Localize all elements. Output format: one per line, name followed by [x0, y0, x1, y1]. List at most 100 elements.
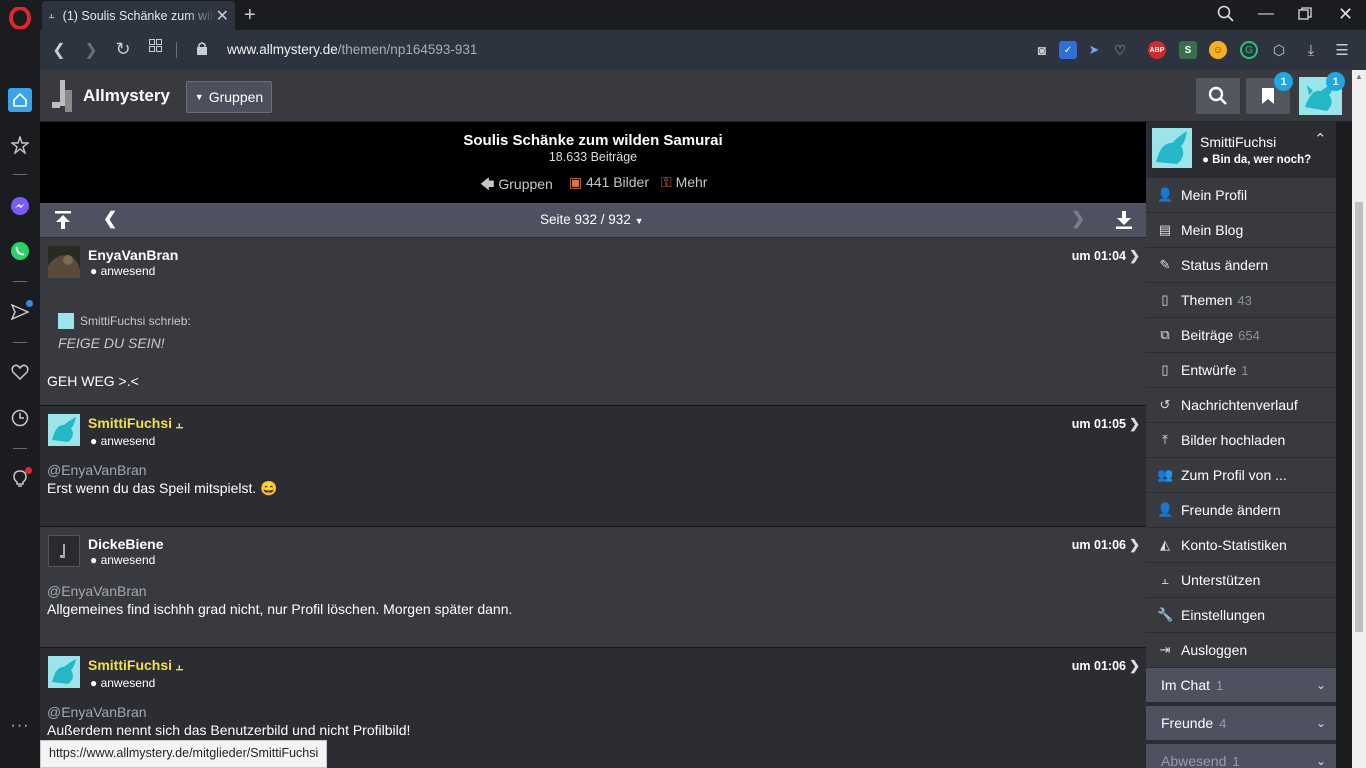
site-logo-text[interactable]: Allmystery — [83, 86, 170, 106]
post-time[interactable]: um 01:05 — [1072, 417, 1126, 431]
lock-icon[interactable] — [192, 41, 212, 60]
prev-page-icon[interactable]: ❮ — [103, 209, 117, 229]
post-username[interactable]: SmittiFuchsi ⫠ — [88, 415, 183, 432]
new-tab-icon[interactable]: + — [244, 4, 256, 27]
shield-icon[interactable]: ✓ — [1059, 41, 1077, 59]
easy-setup-icon[interactable]: ☰ — [1333, 41, 1351, 59]
back-icon[interactable]: ❮ — [49, 40, 69, 60]
allmystery-logo-icon[interactable] — [52, 80, 76, 112]
menu-item-ausloggen[interactable]: ⇥ Ausloggen — [1146, 633, 1336, 667]
heart-icon[interactable] — [8, 360, 32, 384]
tabs-grid-icon[interactable] — [145, 39, 165, 57]
post-mention[interactable]: @EnyaVanBran — [47, 583, 147, 599]
url-field[interactable]: www.allmystery.de/themen/np164593-931 — [227, 42, 477, 57]
panel-username[interactable]: SmittiFuchsi — [1200, 134, 1276, 150]
first-page-icon[interactable] — [54, 210, 72, 235]
images-icon: ▣ — [568, 174, 583, 190]
adblock-icon[interactable]: ABP — [1148, 41, 1166, 59]
section-im-chat[interactable]: Im Chat 1 ⌄ — [1146, 668, 1336, 702]
post-chevron-icon[interactable]: ❯ — [1129, 537, 1140, 553]
heart-outline-icon[interactable]: ♡ — [1111, 41, 1129, 59]
post-mention[interactable]: @EnyaVanBran — [47, 704, 147, 720]
user-panel-header[interactable]: SmittiFuchsi ● Bin da, wer noch? ⌃ — [1146, 122, 1336, 178]
post-time[interactable]: um 01:06 — [1072, 538, 1126, 552]
chevron-down-icon: ⌄ — [1315, 716, 1326, 730]
groups-dropdown-button[interactable]: ▼ Gruppen — [186, 81, 272, 113]
reload-icon[interactable]: ↻ — [113, 39, 133, 60]
tab-close-icon[interactable]: ✕ — [216, 6, 229, 26]
menu-item-mein-profil[interactable]: 👤 Mein Profil — [1146, 178, 1336, 212]
post-text: GEH WEG >.< — [47, 373, 139, 389]
tab-favicon-icon: ⫠ — [48, 9, 55, 21]
post-chevron-icon[interactable]: ❯ — [1129, 658, 1140, 674]
download-icon[interactable]: ⤓ — [1302, 41, 1320, 59]
whatsapp-icon[interactable] — [8, 239, 32, 263]
thread-post-count: 18.633 Beiträge — [548, 150, 638, 164]
restore-icon[interactable] — [1298, 7, 1312, 26]
page-scrollbar[interactable]: ▲ — [1352, 70, 1366, 768]
menu-item-freunde-aendern[interactable]: 👤 Freunde ändern — [1146, 493, 1336, 527]
scroll-up-icon[interactable]: ▲ — [1355, 72, 1363, 81]
menu-item-nachrichtenverlauf[interactable]: ↺ Nachrichtenverlauf — [1146, 388, 1336, 422]
post-chevron-icon[interactable]: ❯ — [1129, 248, 1140, 264]
menu-item-status-aendern[interactable]: ✎ Status ändern — [1146, 248, 1336, 282]
menu-item-mein-blog[interactable]: ▤ Mein Blog — [1146, 213, 1336, 247]
more-dots-icon[interactable]: ··· — [8, 714, 32, 738]
post-username[interactable]: DickeBiene — [88, 536, 163, 552]
section-freunde[interactable]: Freunde 4 ⌄ — [1146, 706, 1336, 740]
search-tabs-icon[interactable] — [1217, 5, 1235, 28]
wrench-icon: 🔧 — [1157, 607, 1174, 622]
menu-item-entwuerfe[interactable]: ▯ Entwürfe 1 — [1146, 353, 1336, 387]
post-chevron-icon[interactable]: ❯ — [1129, 416, 1140, 432]
messenger-icon[interactable] — [8, 194, 32, 218]
avatar[interactable] — [48, 246, 80, 278]
post-time[interactable]: um 01:04 — [1072, 249, 1126, 263]
section-abwesend[interactable]: Abwesend 1 ⌄ — [1146, 744, 1336, 768]
post-time[interactable]: um 01:06 — [1072, 659, 1126, 673]
user-panel: SmittiFuchsi ● Bin da, wer noch? ⌃ 👤 Mein… — [1146, 122, 1336, 768]
post-text: Erst wenn du das Speil mitspielst. 😄 — [47, 480, 278, 496]
menu-item-unterstuetzen[interactable]: ⫠ Unterstützen — [1146, 563, 1336, 597]
page-selector[interactable]: Seite 932 / 932 ▼ — [540, 212, 644, 227]
images-link[interactable]: ▣ 441 Bilder — [569, 174, 649, 198]
chevron-down-icon: ⌄ — [1315, 678, 1326, 692]
scrollbar-thumb[interactable] — [1355, 202, 1363, 632]
send-icon[interactable]: ➤ — [1085, 41, 1103, 59]
avatar[interactable] — [48, 656, 80, 688]
panel-avatar[interactable] — [1152, 128, 1192, 168]
menu-item-beitraege[interactable]: ⧉ Beiträge 654 — [1146, 318, 1336, 352]
menu-item-konto-statistiken[interactable]: ◭ Konto-Statistiken — [1146, 528, 1336, 562]
extension-s-icon[interactable]: S — [1179, 41, 1197, 59]
bookmarks-star-icon[interactable] — [8, 133, 32, 157]
menu-item-themen[interactable]: ▯ Themen 43 — [1146, 283, 1336, 317]
close-window-icon[interactable]: ✕ — [1338, 4, 1353, 25]
logout-icon: ⇥ — [1159, 642, 1171, 657]
avatar[interactable] — [48, 414, 80, 446]
emoji-extension-icon[interactable]: ☺ — [1209, 41, 1227, 59]
post-text: Allgemeines find ischhh grad nicht, nur … — [47, 601, 513, 617]
avatar[interactable] — [48, 535, 80, 567]
menu-item-einstellungen[interactable]: 🔧 Einstellungen — [1146, 598, 1336, 632]
cube-icon[interactable]: ⬡ — [1270, 41, 1288, 59]
more-link[interactable]: ⚿ Mehr — [661, 174, 707, 198]
groups-link[interactable]: 🡄 Gruppen — [480, 174, 553, 198]
next-page-icon[interactable]: ❯ — [1071, 209, 1085, 229]
post-mention[interactable]: @EnyaVanBran — [47, 462, 147, 478]
document-icon: ▯ — [1161, 292, 1169, 307]
minimize-icon[interactable]: — — [1258, 5, 1274, 23]
panel-user-status[interactable]: ● Bin da, wer noch? — [1202, 154, 1311, 166]
browser-tab[interactable]: ⫠ (1) Soulis Schänke zum wilden ✕ — [42, 1, 235, 30]
history-clock-icon[interactable] — [8, 406, 32, 430]
grammarly-icon[interactable]: G — [1240, 41, 1258, 59]
forward-icon[interactable]: ❯ — [81, 40, 101, 60]
site-search-button[interactable] — [1196, 78, 1240, 114]
menu-item-bilder-hochladen[interactable]: ⤒ Bilder hochladen — [1146, 423, 1336, 457]
last-page-icon[interactable] — [1115, 210, 1133, 235]
post-username[interactable]: EnyaVanBran — [88, 247, 178, 263]
camera-icon[interactable]: ◙ — [1033, 41, 1051, 59]
speed-dial-icon[interactable] — [8, 88, 32, 112]
opera-logo-icon[interactable] — [8, 6, 32, 30]
collapse-chevron-up-icon[interactable]: ⌃ — [1314, 130, 1327, 148]
post-username[interactable]: SmittiFuchsi ⫠ — [88, 657, 183, 674]
menu-item-zum-profil-von[interactable]: 👥 Zum Profil von ... — [1146, 458, 1336, 492]
